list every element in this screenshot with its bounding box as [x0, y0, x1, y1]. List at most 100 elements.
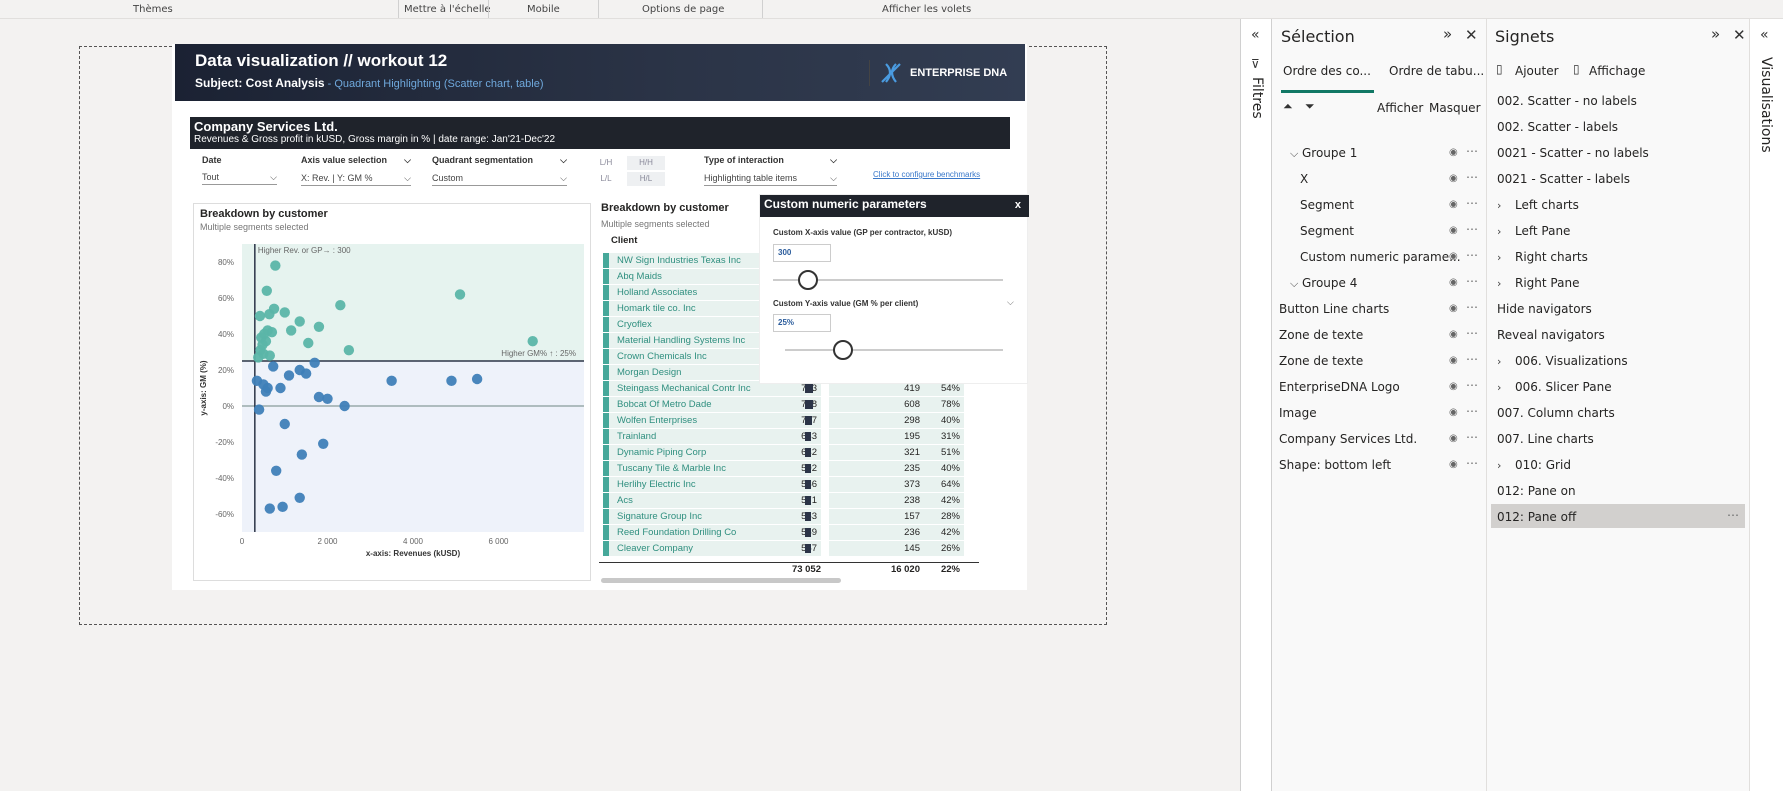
show-all-button[interactable]: Afficher [1377, 101, 1423, 115]
more-options-icon[interactable]: ⋯ [1466, 170, 1479, 184]
scatter-point[interactable] [386, 375, 397, 386]
bookmark-item[interactable]: 012: Pane off [1497, 510, 1576, 524]
expand-icon[interactable]: « [1251, 27, 1260, 43]
quadrant-lh[interactable]: L/H [587, 156, 625, 170]
chevron-down-icon[interactable]: ⌵ [1290, 277, 1302, 291]
bookmark-item[interactable]: 002. Scatter - no labels [1497, 94, 1637, 108]
chevron-right-icon[interactable]: › [1497, 225, 1509, 238]
y-param-input[interactable]: 25% [773, 314, 831, 332]
selection-item[interactable]: ⌵ Groupe 4 [1290, 276, 1357, 291]
scatter-point[interactable] [294, 492, 305, 503]
view-icon[interactable]: ▯ [1573, 62, 1580, 76]
x-param-slider-handle[interactable] [798, 270, 818, 290]
scatter-point[interactable] [454, 289, 466, 300]
scatter-point[interactable] [279, 307, 290, 318]
selection-item[interactable]: Segment [1300, 198, 1354, 212]
chevron-right-icon[interactable]: › [1497, 277, 1509, 290]
table-row[interactable]: Acs571 23842% [599, 493, 984, 509]
scatter-point[interactable] [303, 337, 314, 349]
scatter-point[interactable] [283, 370, 295, 381]
visualizations-pane-collapsed[interactable]: « Visualisations [1750, 19, 1783, 791]
bookmark-item[interactable]: › Left charts [1497, 198, 1579, 212]
close-icon[interactable]: ✕ [1733, 26, 1746, 44]
visibility-eye-icon[interactable]: ◉ [1449, 199, 1458, 210]
visibility-eye-icon[interactable]: ◉ [1449, 381, 1458, 392]
chevron-down-icon[interactable]: ⌵ [1290, 147, 1302, 161]
bookmark-item[interactable]: 002. Scatter - labels [1497, 120, 1618, 134]
chevron-right-icon[interactable]: › [1497, 381, 1509, 394]
view-bookmark-button[interactable]: Affichage [1589, 64, 1645, 78]
visibility-eye-icon[interactable]: ◉ [1449, 225, 1458, 236]
table-row[interactable]: Wolfen Enterprises73729840% [599, 413, 984, 429]
bookmark-item[interactable]: 0021 - Scatter - labels [1497, 172, 1630, 186]
scatter-point[interactable] [527, 336, 538, 347]
bookmark-item[interactable]: 0021 - Scatter - no labels [1497, 146, 1649, 160]
more-options-icon[interactable]: ⋯ [1466, 430, 1479, 444]
scatter-point[interactable] [343, 345, 355, 356]
scatter-point[interactable] [264, 350, 275, 361]
scatter-point[interactable] [471, 373, 483, 385]
scatter-point[interactable] [296, 449, 308, 460]
ribbon-group-scale[interactable]: Mettre à l'échelle [404, 4, 491, 15]
more-options-icon[interactable]: ⋯ [1466, 222, 1479, 236]
scatter-point[interactable] [260, 386, 272, 397]
selection-item[interactable]: EnterpriseDNA Logo [1279, 380, 1400, 394]
scatter-point[interactable] [268, 361, 279, 372]
y-param-slider-track[interactable] [785, 349, 1003, 351]
bookmark-item[interactable]: Reveal navigators [1497, 328, 1605, 342]
scatter-point[interactable] [309, 357, 320, 368]
bookmark-item[interactable]: › 010: Grid [1497, 458, 1571, 472]
scatter-point[interactable] [279, 418, 290, 430]
more-options-icon[interactable]: ⋯ [1466, 456, 1479, 470]
table-row[interactable]: Reed Foundation Drilling Co559 23642% [599, 525, 984, 541]
visibility-eye-icon[interactable]: ◉ [1449, 303, 1458, 314]
chevron-down-icon[interactable]: ⌵ [1007, 298, 1014, 308]
scatter-point[interactable] [300, 368, 312, 379]
bookmark-item[interactable]: › Right Pane [1497, 276, 1579, 290]
visibility-eye-icon[interactable]: ◉ [1449, 407, 1458, 418]
selection-item[interactable]: Shape: bottom left [1279, 458, 1391, 472]
more-options-icon[interactable]: ⋯ [1466, 352, 1479, 366]
scatter-point[interactable] [446, 375, 457, 386]
scatter-point[interactable] [253, 404, 265, 415]
bookmark-item[interactable]: Hide navigators [1497, 302, 1592, 316]
selection-item[interactable]: Custom numeric parame... [1300, 250, 1461, 264]
tab-layer-order[interactable]: Ordre des co... [1283, 64, 1371, 78]
bookmark-item[interactable]: 007. Column charts [1497, 406, 1615, 420]
x-param-input[interactable]: 300 [773, 244, 831, 262]
slicer-axis[interactable]: Axis value selection ⌵ X: Rev. | Y: GM % ⌵ [301, 155, 411, 186]
slicer-date[interactable]: Date Tout ⌵ [202, 155, 277, 185]
quadrant-ll[interactable]: L/L [587, 172, 625, 186]
table-row[interactable]: Cleaver Company557 14526% [599, 541, 984, 557]
move-down-icon[interactable]: ⏷ [1305, 99, 1315, 114]
chevron-right-icon[interactable]: › [1497, 199, 1509, 212]
table-row[interactable]: Dynamic Piping Corp632 32151% [599, 445, 984, 461]
scatter-point[interactable] [253, 352, 264, 363]
expand-icon[interactable]: « [1760, 27, 1769, 43]
scatter-chart[interactable]: 80% 60% 40% 20% 0% -20% -40% -60% 0 2 000 4 000 6 0… [194, 238, 590, 578]
bookmark-item[interactable]: › 006. Slicer Pane [1497, 380, 1612, 394]
table-row[interactable]: Bobcat Of Metro Dade77860878% [599, 397, 984, 413]
selection-item[interactable]: Company Services Ltd. [1279, 432, 1417, 446]
hide-all-button[interactable]: Masquer [1429, 101, 1481, 115]
move-up-icon[interactable]: ⏶ [1283, 99, 1293, 114]
scatter-point[interactable] [264, 503, 275, 514]
scatter-point[interactable] [264, 309, 275, 320]
more-options-icon[interactable]: ⋯ [1727, 508, 1740, 522]
visibility-eye-icon[interactable]: ◉ [1449, 433, 1458, 444]
more-options-icon[interactable]: ⋯ [1466, 248, 1479, 262]
benchmark-link[interactable]: Click to configure benchmarks [873, 170, 980, 179]
scatter-point[interactable] [322, 393, 333, 404]
bookmark-item[interactable]: 012: Pane on [1497, 484, 1576, 498]
bookmark-item[interactable]: 007. Line charts [1497, 432, 1594, 446]
table-row[interactable]: Herlihy Electric Inc586 37364% [599, 477, 984, 493]
ribbon-group-show-panes[interactable]: Afficher les volets [882, 4, 971, 15]
scatter-point[interactable] [271, 465, 282, 476]
visibility-eye-icon[interactable]: ◉ [1449, 355, 1458, 366]
ribbon-group-page-options[interactable]: Options de page [642, 4, 724, 15]
scatter-point[interactable] [261, 285, 272, 296]
quadrant-hh[interactable]: H/H [627, 156, 665, 170]
slicer-interaction[interactable]: Type of interaction ⌵ Highlighting table … [704, 155, 837, 186]
selection-item[interactable]: Segment [1300, 224, 1354, 238]
selection-item[interactable]: Image [1279, 406, 1317, 420]
